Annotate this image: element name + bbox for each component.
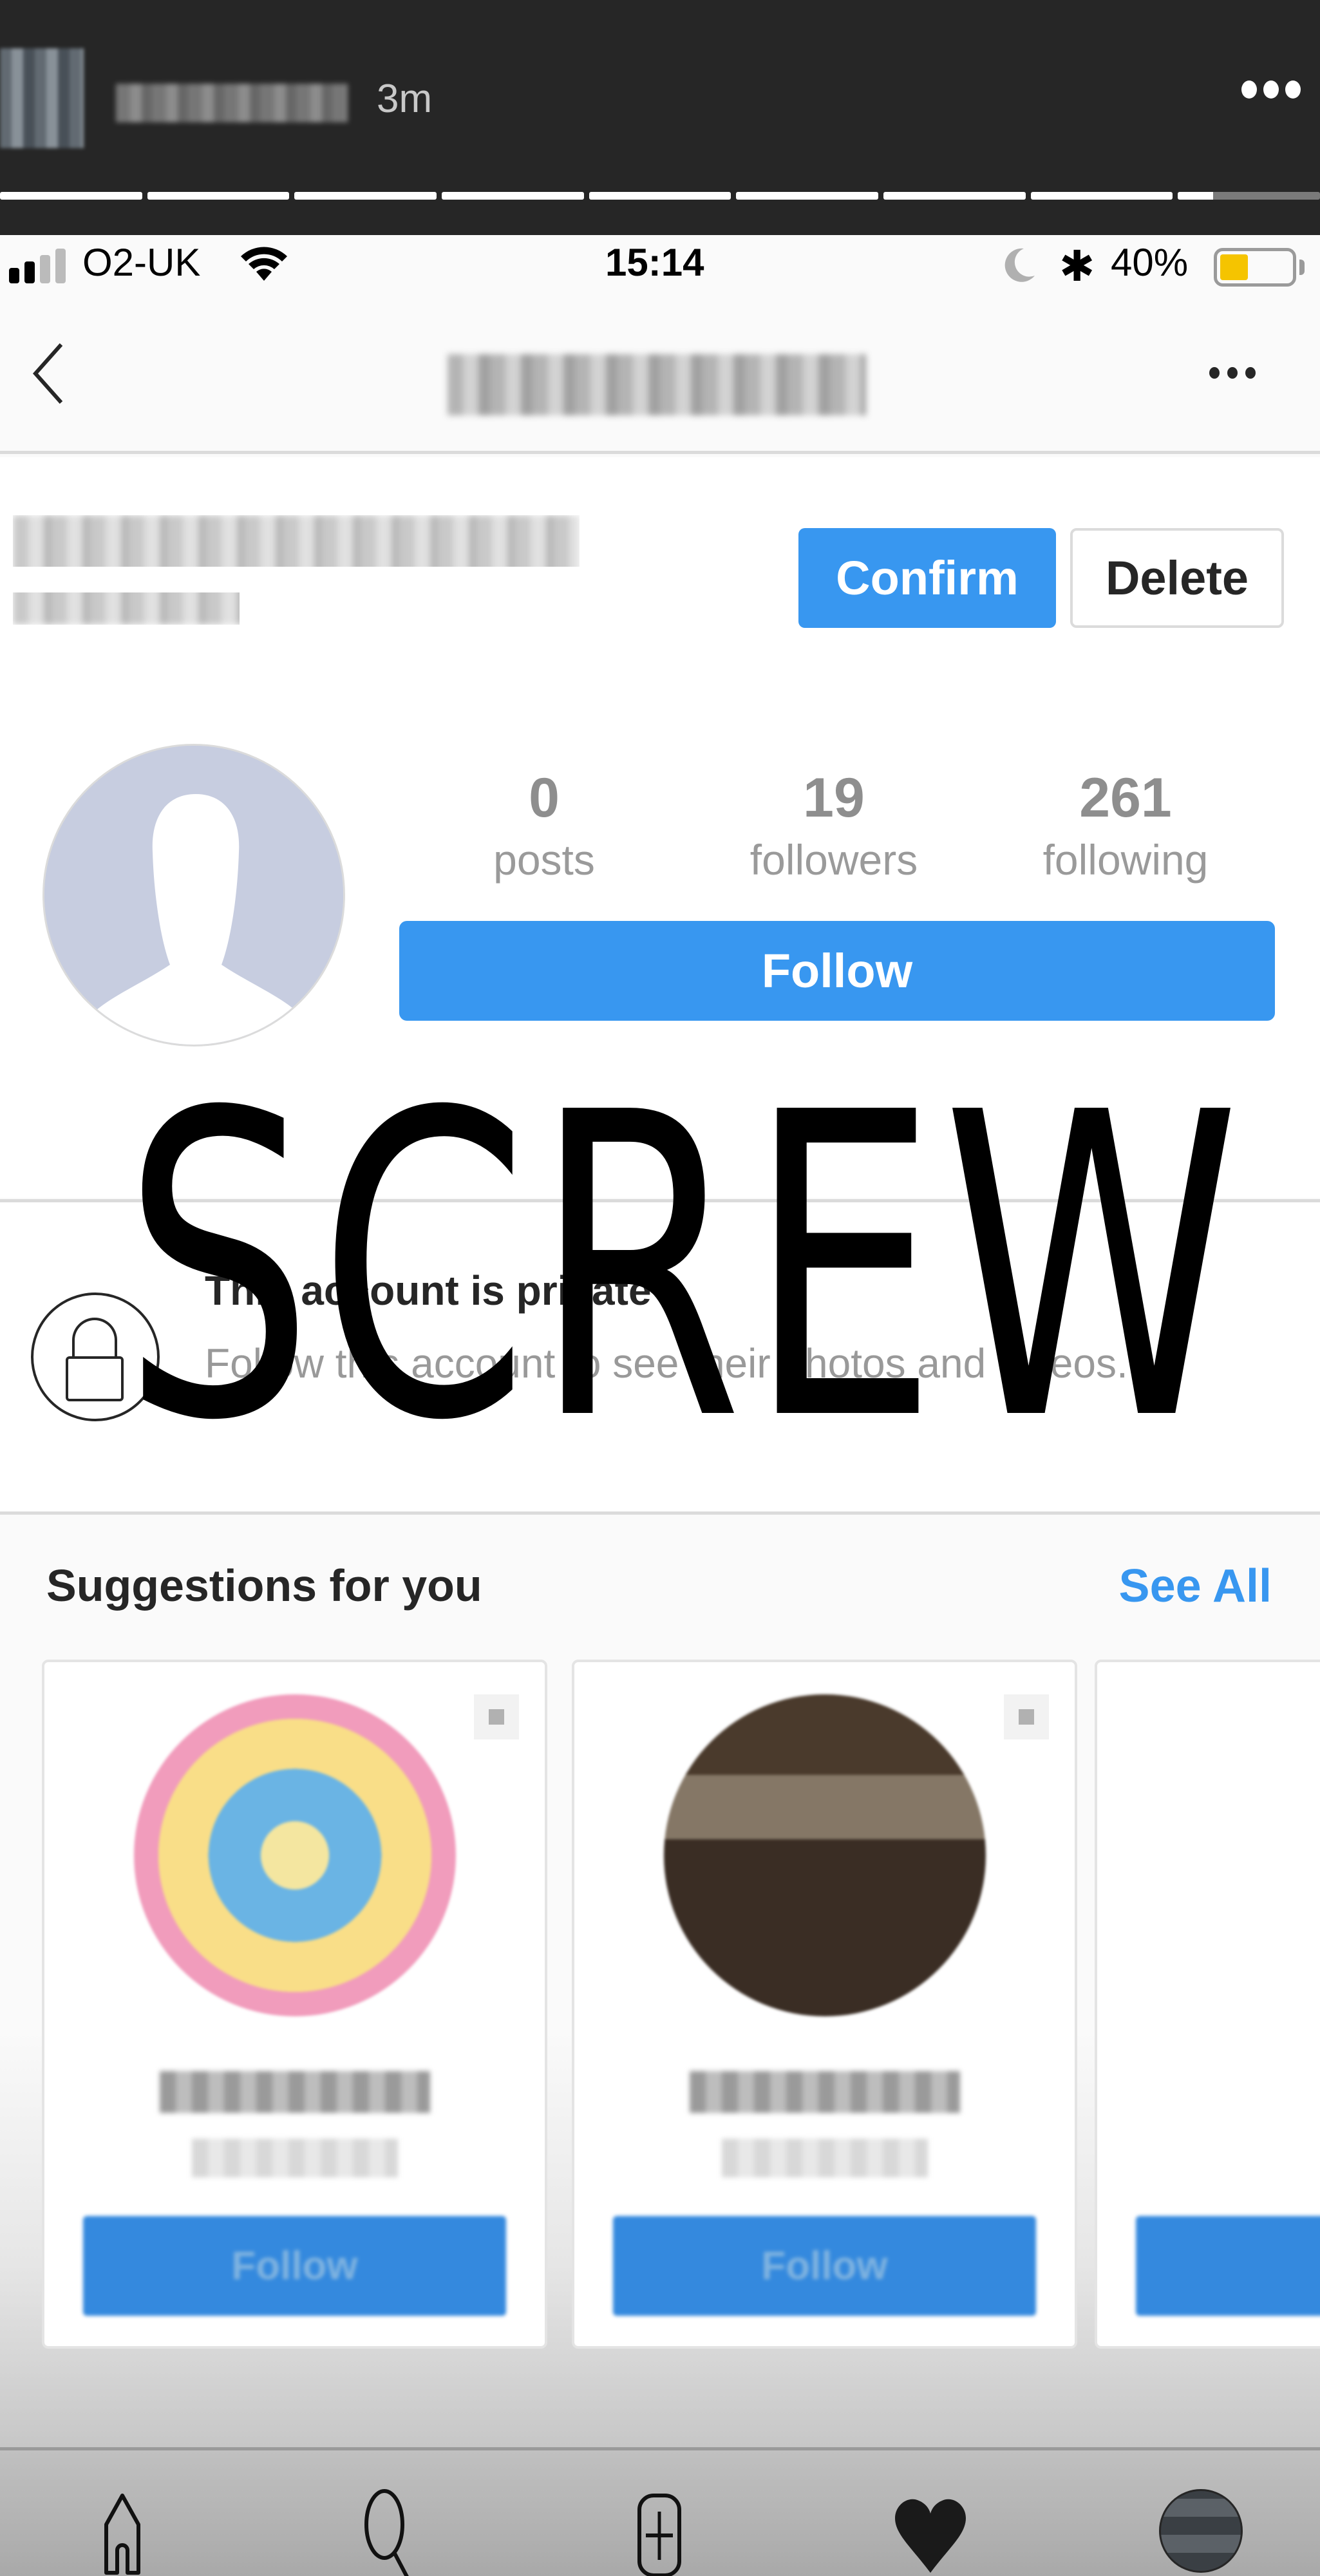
profile-avatar (42, 744, 345, 1046)
chevron-left-icon[interactable] (26, 338, 77, 409)
stat-label: following (1042, 836, 1209, 884)
story-progress-segment (1030, 192, 1173, 200)
default-user-silhouette-icon (44, 746, 343, 1045)
tab-home[interactable] (74, 2489, 171, 2576)
tab-bar (0, 2447, 1320, 2576)
dismiss-icon[interactable] (1004, 1694, 1049, 1739)
tab-search[interactable] (341, 2489, 438, 2576)
page-title-redacted (448, 354, 866, 415)
delete-button[interactable]: Delete (1070, 528, 1284, 628)
navigation-bar (0, 290, 1320, 454)
suggestion-follow-button[interactable]: Follow (83, 2216, 506, 2316)
tab-activity[interactable] (882, 2489, 979, 2576)
stat-followers[interactable]: 19 followers (705, 766, 963, 884)
story-username-redacted[interactable] (116, 84, 348, 122)
story-progress-segment (147, 192, 290, 200)
follow-request-text-redacted (13, 515, 580, 625)
battery-icon (1214, 248, 1296, 287)
confirm-button[interactable]: Confirm (798, 528, 1056, 628)
see-all-link[interactable]: See All (1119, 1560, 1272, 1613)
signal-icon (9, 248, 66, 283)
dismiss-icon[interactable] (474, 1694, 519, 1739)
suggestion-follow-button[interactable]: Follow (613, 2216, 1036, 2316)
suggestions-title: Suggestions for you (46, 1560, 482, 1611)
heart-icon (895, 2499, 966, 2573)
tab-profile[interactable] (1153, 2489, 1249, 2576)
follow-button[interactable]: Follow (399, 921, 1275, 1021)
tab-new-post[interactable] (610, 2489, 707, 2576)
story-progress-segment-current (1178, 192, 1320, 200)
suggestion-avatar[interactable] (663, 1694, 986, 2016)
stat-posts[interactable]: 0 posts (415, 766, 673, 884)
story-user-avatar[interactable] (0, 48, 84, 148)
bluetooth-icon: ✱ (1059, 242, 1095, 290)
battery-tip (1299, 260, 1305, 275)
suggestion-subtitle-redacted (191, 2139, 398, 2177)
stat-following[interactable]: 261 following (997, 766, 1254, 884)
story-progress-segment (0, 192, 142, 200)
battery-percent: 40% (1111, 241, 1189, 284)
suggestion-follow-button[interactable]: Follow (1136, 2216, 1320, 2316)
story-progress-segment (883, 192, 1026, 200)
clock: 15:14 (605, 241, 704, 284)
stat-label: posts (493, 836, 595, 884)
stat-value: 19 (803, 767, 865, 829)
avatar (1159, 2489, 1243, 2573)
carrier-name: O2-UK (82, 241, 201, 284)
battery-level-fill (1220, 254, 1249, 280)
story-header: 3m (0, 0, 1320, 235)
status-bar: O2-UK 15:14 ✱ 40% (0, 235, 1320, 290)
story-progress-bar (0, 192, 1320, 200)
follow-request-row: Confirm Delete (0, 457, 1320, 728)
suggestion-subtitle-redacted (721, 2139, 928, 2177)
stat-value: 261 (1079, 767, 1172, 829)
suggestion-card[interactable]: Follow (1095, 1660, 1320, 2349)
ellipsis-icon[interactable] (1209, 367, 1256, 379)
overlay-text: SCREW (122, 1025, 1245, 1512)
wifi-icon (241, 247, 287, 281)
do-not-disturb-moon-icon (1004, 248, 1035, 282)
suggestion-name-redacted[interactable] (159, 2071, 430, 2113)
story-time: 3m (377, 77, 433, 121)
story-progress-segment (442, 192, 584, 200)
home-icon (104, 2494, 140, 2575)
ellipsis-icon[interactable] (1241, 80, 1301, 99)
suggestion-name-redacted[interactable] (689, 2071, 960, 2113)
story-progress-segment (589, 192, 731, 200)
search-icon (364, 2489, 409, 2576)
suggestions-section: Suggestions for you See All Follow Follo… (0, 1511, 1320, 2452)
suggestion-avatar[interactable] (133, 1694, 456, 2016)
plus-square-icon (637, 2494, 681, 2576)
suggestion-card[interactable]: Follow (42, 1660, 547, 2349)
story-progress-segment (736, 192, 879, 200)
stat-label: followers (750, 836, 918, 884)
suggestion-card[interactable]: Follow (572, 1660, 1077, 2349)
story-progress-segment (294, 192, 437, 200)
stat-value: 0 (529, 767, 560, 829)
